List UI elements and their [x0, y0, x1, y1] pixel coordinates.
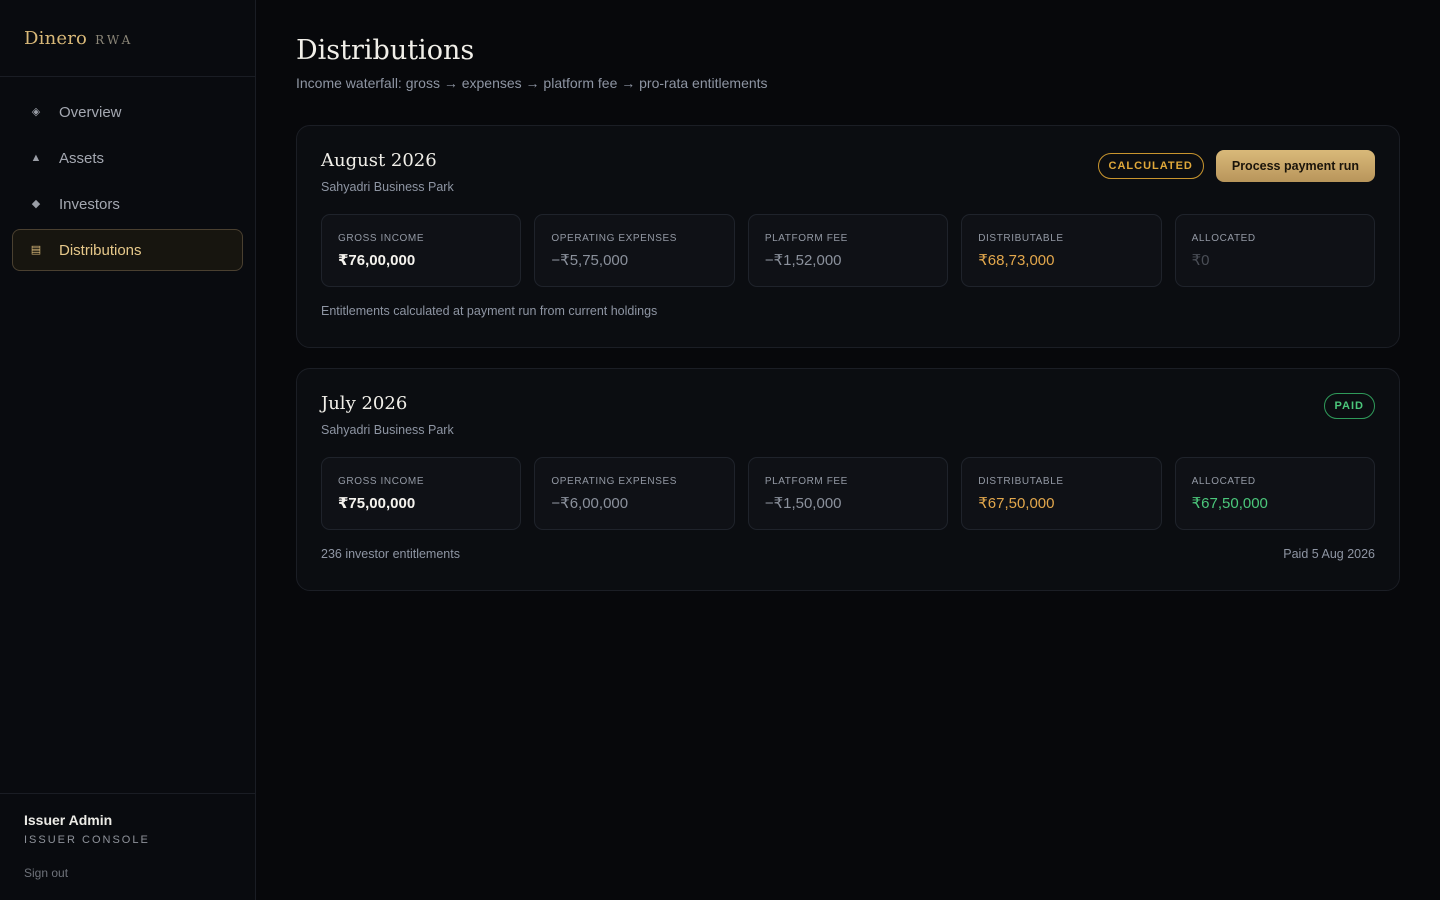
sidebar-nav: ◈ Overview ▲ Assets ◆ Investors ▤ Distri… [0, 77, 255, 271]
sidebar-item-investors[interactable]: ◆ Investors [12, 183, 243, 225]
sidebar-item-label: Assets [59, 149, 105, 167]
card-period: July 2026 [321, 393, 408, 414]
diamond-icon: ◆ [31, 197, 41, 210]
metric-platform-fee: PLATFORM FEE −₹1,50,000 [747, 457, 949, 530]
sidebar-item-assets[interactable]: ▲ Assets [12, 137, 243, 179]
metric-value: ₹0 [1191, 252, 1210, 269]
metric-operating-expenses: OPERATING EXPENSES −₹6,00,000 [534, 457, 735, 530]
metric-value: ₹67,50,000 [1191, 495, 1268, 512]
brand: Dinero RWA [0, 0, 255, 77]
metric-label: ALLOCATED [1191, 476, 1256, 487]
card-actions: PAID [1323, 393, 1375, 419]
metric-label: ALLOCATED [1191, 233, 1256, 244]
user-block: Issuer Admin ISSUER CONSOLE Sign out [0, 793, 255, 900]
metric-platform-fee: PLATFORM FEE −₹1,52,000 [747, 214, 949, 287]
metric-label: GROSS INCOME [338, 233, 425, 244]
metrics-row: GROSS INCOME ₹75,00,000 OPERATING EXPENS… [321, 457, 1376, 530]
metric-label: PLATFORM FEE [764, 476, 848, 487]
brand-sub: RWA [95, 33, 134, 47]
card-actions: CALCULATED Process payment run [1097, 150, 1375, 182]
triangle-icon: ▲ [30, 151, 42, 164]
sidebar-item-distributions[interactable]: ▤ Distributions [12, 229, 243, 271]
diamond-outline-icon: ◈ [31, 105, 41, 118]
sidebar-item-label: Distributions [59, 241, 142, 259]
metric-operating-expenses: OPERATING EXPENSES −₹5,75,000 [534, 214, 735, 287]
status-badge: PAID [1323, 393, 1375, 419]
sign-out-link[interactable]: Sign out [24, 866, 255, 880]
brand-name[interactable]: Dinero [24, 28, 87, 49]
user-name: Issuer Admin [24, 812, 113, 828]
status-badge: CALCULATED [1097, 153, 1204, 179]
card-footer: 236 investor entitlements Paid 5 Aug 202… [321, 547, 1375, 561]
metric-label: DISTRIBUTABLE [978, 233, 1064, 244]
sidebar-item-label: Investors [59, 195, 120, 213]
metric-gross-income: GROSS INCOME ₹75,00,000 [321, 457, 522, 530]
sidebar-item-label: Overview [59, 103, 122, 121]
metric-label: DISTRIBUTABLE [978, 476, 1064, 487]
page-title: Distributions [296, 35, 475, 66]
card-asset: Sahyadri Business Park [321, 423, 454, 437]
card-footer-date: Paid 5 Aug 2026 [1283, 547, 1375, 561]
metric-value: −₹5,75,000 [551, 252, 629, 269]
metric-value: −₹6,00,000 [551, 495, 629, 512]
process-payment-run-button[interactable]: Process payment run [1215, 150, 1375, 182]
sidebar-item-overview[interactable]: ◈ Overview [12, 91, 243, 133]
metric-label: PLATFORM FEE [764, 233, 848, 244]
metric-value: −₹1,52,000 [764, 252, 842, 269]
metric-value: ₹67,50,000 [978, 495, 1055, 512]
ledger-icon: ▤ [30, 243, 42, 256]
page-subtitle: Income waterfall: gross → expenses → pla… [296, 75, 768, 91]
card-footer-note: Entitlements calculated at payment run f… [321, 304, 658, 318]
card-footer-note: 236 investor entitlements [321, 547, 460, 561]
metric-gross-income: GROSS INCOME ₹76,00,000 [321, 214, 522, 287]
user-role: ISSUER CONSOLE [24, 834, 150, 846]
metric-label: OPERATING EXPENSES [551, 476, 678, 487]
metrics-row: GROSS INCOME ₹76,00,000 OPERATING EXPENS… [321, 214, 1376, 287]
metric-distributable: DISTRIBUTABLE ₹67,50,000 [961, 457, 1162, 530]
metric-value: ₹68,73,000 [978, 252, 1055, 269]
metric-label: GROSS INCOME [338, 476, 425, 487]
card-footer: Entitlements calculated at payment run f… [321, 304, 1375, 318]
metric-value: −₹1,50,000 [764, 495, 842, 512]
metric-distributable: DISTRIBUTABLE ₹68,73,000 [961, 214, 1162, 287]
distribution-card-july: July 2026 Sahyadri Business Park PAID GR… [296, 368, 1400, 591]
metric-value: ₹75,00,000 [338, 495, 416, 512]
sidebar: Dinero RWA ◈ Overview ▲ Assets ◆ Investo… [0, 0, 256, 900]
distribution-card-august: August 2026 Sahyadri Business Park CALCU… [296, 125, 1400, 348]
card-asset: Sahyadri Business Park [321, 180, 454, 194]
metric-label: OPERATING EXPENSES [551, 233, 678, 244]
metric-allocated: ALLOCATED ₹0 [1174, 214, 1376, 287]
metric-allocated: ALLOCATED ₹67,50,000 [1174, 457, 1376, 530]
main-content: Distributions Income waterfall: gross → … [296, 0, 1400, 591]
metric-value: ₹76,00,000 [338, 252, 416, 269]
